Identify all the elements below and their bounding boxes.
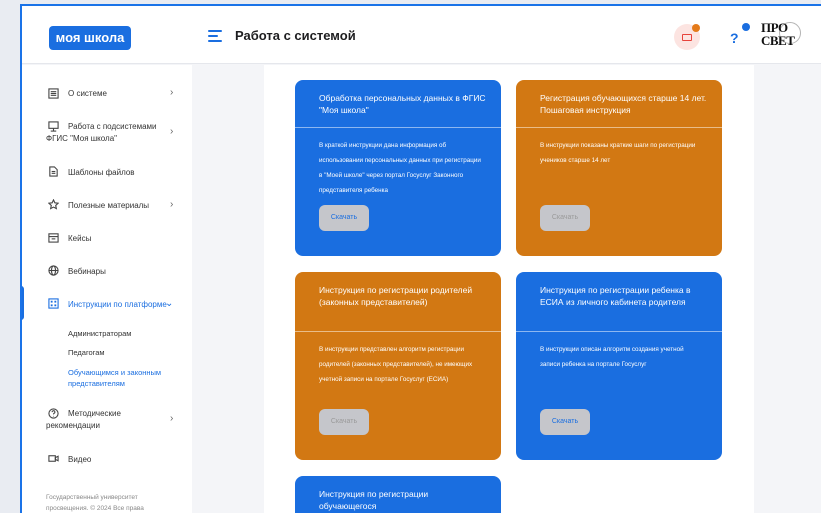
card-title: Инструкция по регистрации обучающегося [319,489,429,511]
chevron-right-icon: › [170,126,174,137]
globe-icon [48,265,59,276]
prosveshchenie-logo[interactable]: ПРО СВЕТ [759,18,807,54]
sidebar-item-label: Вебинары [68,267,106,276]
card-description: В инструкции представлен алгоритм регист… [319,346,473,383]
card-divider [516,331,722,332]
help-icon[interactable]: ? [722,23,750,50]
building-icon [48,298,59,309]
menu-icon[interactable] [208,30,222,42]
card-title: Обработка персональных данных в ФГИС "Мо… [319,93,486,115]
moya-shkola-logo[interactable]: моя школа [49,26,131,50]
sidebar-subitem-teachers[interactable]: Педагогам [68,347,178,358]
mail-icon[interactable] [674,24,700,50]
card-registration-14plus: Регистрация обучающихся старше 14 лет. П… [516,80,722,256]
card-title: Инструкция по регистрации родителей (зак… [319,285,473,307]
notification-dot [742,23,750,31]
sidebar-item-label: Кейсы [68,234,92,243]
card-student-registration: Инструкция по регистрации обучающегося [295,476,501,513]
file-icon [49,166,58,177]
app-window: моя школа Работа с системой ? ПРО СВЕТ О… [20,4,821,513]
star-icon [48,199,59,210]
envelope-icon [682,34,692,41]
card-description: В инструкции описан алгоритм создания уч… [540,346,684,368]
info-panel-icon [48,88,59,99]
sidebar-item-label: О системе [68,89,107,98]
download-button[interactable]: Скачать [540,409,590,435]
top-header: моя школа Работа с системой ? ПРО СВЕТ [22,6,821,64]
card-divider [516,127,722,128]
card-title: Инструкция по регистрации ребенка в ЕСИА… [540,285,691,307]
chevron-right-icon: › [170,413,174,424]
sidebar-subitem-admins[interactable]: Администраторам [68,328,178,339]
sidebar: О системе › Работа с подсистемами ФГИС "… [22,65,192,513]
download-button[interactable]: Скачать [540,205,590,231]
chevron-right-icon: › [170,199,174,210]
video-icon [48,455,59,462]
sidebar-item-label: Работа с подсистемами ФГИС "Моя школа" [46,122,157,143]
active-indicator [22,286,24,320]
card-divider [295,331,501,332]
page-title: Работа с системой [235,28,356,43]
download-button[interactable]: Скачать [319,409,369,435]
sidebar-item-label: Шаблоны файлов [68,168,135,177]
card-parent-registration: Инструкция по регистрации родителей (зак… [295,272,501,460]
download-button[interactable]: Скачать [319,205,369,231]
sidebar-item-label: Инструкции по платформе [68,300,167,309]
chevron-down-icon: ⌄ [165,298,174,309]
main-content: Обработка персональных данных в ФГИС "Мо… [264,65,754,513]
sidebar-footer: Государственный университет просвещения.… [46,494,144,512]
case-icon [48,233,59,243]
sidebar-item-label: Видео [68,455,92,464]
card-description: В краткой инструкции дана информация об … [319,142,481,194]
card-description: В инструкции показаны краткие шаги по ре… [540,142,696,164]
chevron-right-icon: › [170,87,174,98]
brand-line-2: СВЕТ [761,33,795,48]
card-child-esia-registration: Инструкция по регистрации ребенка в ЕСИА… [516,272,722,460]
sidebar-item-label: Полезные материалы [68,201,150,210]
card-title: Регистрация обучающихся старше 14 лет. П… [540,93,707,115]
card-personal-data: Обработка персональных данных в ФГИС "Мо… [295,80,501,256]
sidebar-subitem-students-parents[interactable]: Обучающимся и законным представителям [68,367,178,389]
card-divider [295,127,501,128]
sidebar-item-label: Методические рекомендации [46,409,121,430]
question-mark-glyph: ? [730,30,739,46]
notification-dot [692,24,700,32]
